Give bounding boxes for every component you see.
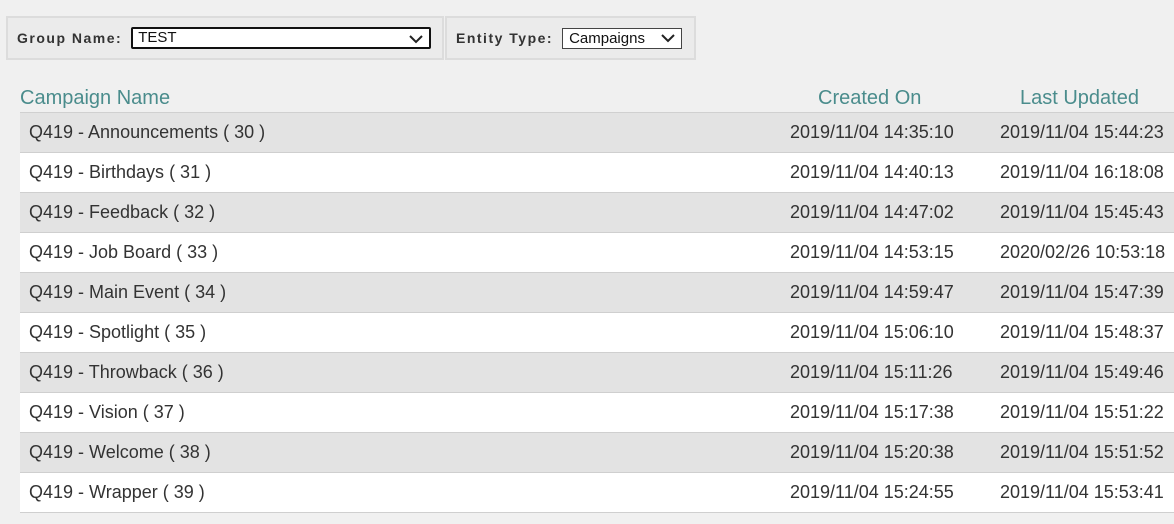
table-row[interactable]: Q419 - Birthdays ( 31 ) 2019/11/04 14:40… [20,153,1174,193]
campaign-name-cell[interactable]: Q419 - Birthdays ( 31 ) [29,153,211,192]
last-updated-cell: 2019/11/04 15:51:22 [1000,402,1164,422]
table-row[interactable]: Q419 - Feedback ( 32 ) 2019/11/04 14:47:… [20,193,1174,233]
created-on-cell: 2019/11/04 14:47:02 [790,202,954,222]
campaign-name-cell[interactable]: Q419 - Feedback ( 32 ) [29,193,215,232]
created-on-cell: 2019/11/04 15:06:10 [790,322,954,342]
campaign-name-cell[interactable]: Q419 - Throwback ( 36 ) [29,353,224,392]
created-on-cell: 2019/11/04 14:53:15 [790,242,954,262]
last-updated-cell: 2019/11/04 15:53:41 [1000,482,1164,502]
entity-type-value: Campaigns [569,29,645,47]
campaign-name-cell[interactable]: Q419 - Vision ( 37 ) [29,393,185,432]
chevron-down-icon [409,35,423,44]
created-on-cell: 2019/11/04 15:20:38 [790,442,954,462]
table-row[interactable]: Q419 - Throwback ( 36 ) 2019/11/04 15:11… [20,353,1174,393]
entity-type-filter: Entity Type: Campaigns [445,16,696,60]
created-on-cell: 2019/11/04 15:17:38 [790,402,954,422]
last-updated-cell: 2019/11/04 15:51:52 [1000,442,1164,462]
created-on-cell: 2019/11/04 15:11:26 [790,362,953,382]
table-row[interactable]: Q419 - Spotlight ( 35 ) 2019/11/04 15:06… [20,313,1174,353]
campaign-name-cell[interactable]: Q419 - Wrapper ( 39 ) [29,473,205,512]
last-updated-cell: 2019/11/04 15:49:46 [1000,362,1164,382]
created-on-cell: 2019/11/04 15:24:55 [790,482,954,502]
table-row[interactable]: Q419 - Welcome ( 38 ) 2019/11/04 15:20:3… [20,433,1174,473]
entity-type-label: Entity Type: [456,30,554,46]
campaign-name-cell[interactable]: Q419 - Spotlight ( 35 ) [29,313,206,352]
campaign-name-cell[interactable]: Q419 - Welcome ( 38 ) [29,433,211,472]
campaign-name-cell[interactable]: Q419 - Announcements ( 30 ) [29,113,265,152]
chevron-down-icon [661,33,675,42]
table-row[interactable]: Q419 - Announcements ( 30 ) 2019/11/04 1… [20,113,1174,153]
column-header-last-updated[interactable]: Last Updated [1020,87,1139,110]
table-row[interactable]: Q419 - Job Board ( 33 ) 2019/11/04 14:53… [20,233,1174,273]
last-updated-cell: 2020/02/26 10:53:18 [1000,242,1166,262]
created-on-cell: 2019/11/04 14:40:13 [790,162,954,182]
last-updated-cell: 2019/11/04 16:18:08 [1000,162,1164,182]
last-updated-cell: 2019/11/04 15:44:23 [1000,122,1164,142]
created-on-cell: 2019/11/04 14:59:47 [790,282,954,302]
table-row[interactable]: Q419 - Vision ( 37 ) 2019/11/04 15:17:38… [20,393,1174,433]
table-row[interactable]: Q419 - Main Event ( 34 ) 2019/11/04 14:5… [20,273,1174,313]
entity-type-select[interactable]: Campaigns [562,27,683,49]
campaign-name-cell[interactable]: Q419 - Main Event ( 34 ) [29,273,226,312]
table-row[interactable]: Q419 - Wrapper ( 39 ) 2019/11/04 15:24:5… [20,473,1174,513]
created-on-cell: 2019/11/04 14:35:10 [790,122,954,142]
campaign-name-cell[interactable]: Q419 - Job Board ( 33 ) [29,233,218,272]
group-name-select[interactable]: TEST [131,27,432,49]
column-header-created-on[interactable]: Created On [818,87,921,110]
last-updated-cell: 2019/11/04 15:45:43 [1000,202,1164,222]
last-updated-cell: 2019/11/04 15:48:37 [1000,322,1164,342]
group-name-filter: Group Name: TEST [6,16,444,60]
group-name-label: Group Name: [17,30,123,46]
column-header-campaign-name[interactable]: Campaign Name [20,87,170,110]
campaign-table: Q419 - Announcements ( 30 ) 2019/11/04 1… [20,112,1174,513]
last-updated-cell: 2019/11/04 15:47:39 [1000,282,1164,302]
group-name-value: TEST [138,29,177,46]
